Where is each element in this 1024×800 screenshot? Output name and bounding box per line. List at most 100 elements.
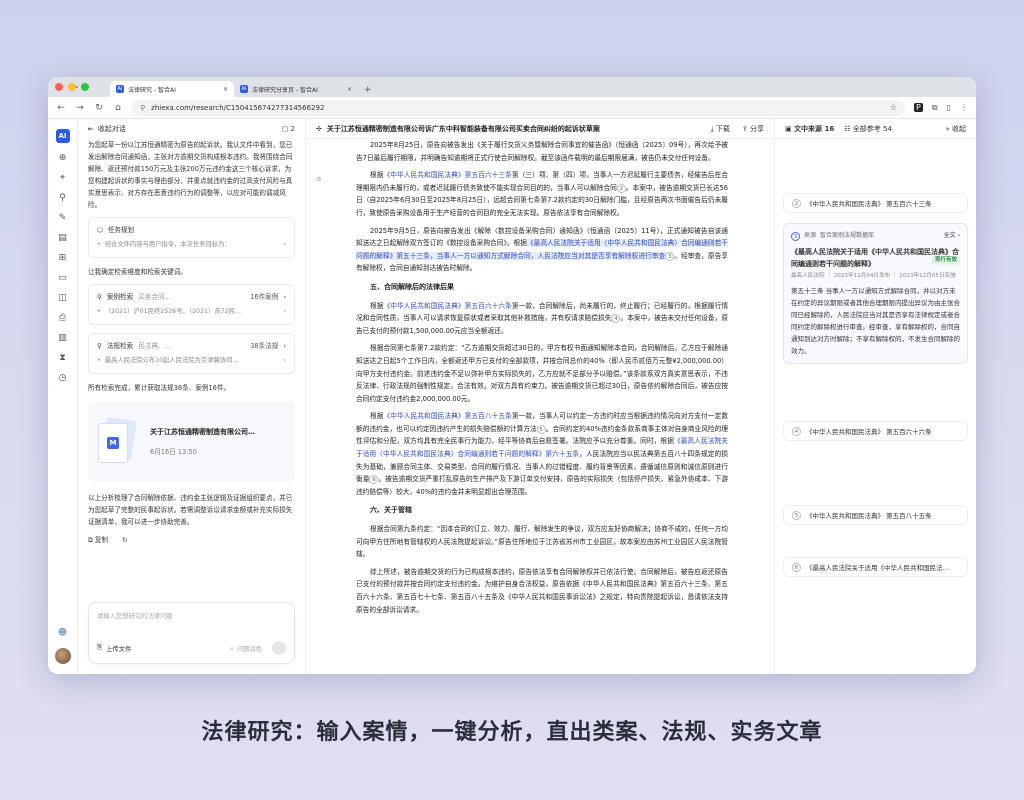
building-icon[interactable]: ▥ (58, 333, 67, 343)
tab-bar: ⌄ AI 法律研究 - 智合AI ✕ AI 法律研究分享页 - 智合AI ✕ + (48, 77, 976, 97)
avatar[interactable] (54, 648, 71, 664)
law-count: 38条法规 (250, 342, 279, 350)
tab-legal-research[interactable]: AI 法律研究 - 智合AI ✕ (110, 81, 234, 97)
search-icon[interactable]: ⚲ (59, 193, 66, 203)
history-icon[interactable]: ◷ (59, 373, 67, 383)
polish-label: 问题润色 (236, 645, 262, 653)
close-tab-icon[interactable]: ✕ (347, 86, 352, 93)
search-icon: ⚲ (97, 293, 102, 301)
address-bar[interactable]: ⚲ zhiexa.com/research/C15041567427731456… (132, 99, 906, 116)
maximize-window-button[interactable] (81, 83, 89, 91)
law-citation-link[interactable]: 《中华人民共和国民法典》第五百八十五条 (384, 412, 512, 420)
send-button[interactable] (272, 641, 286, 655)
assistant-bot-icon[interactable]: ☻ (58, 628, 67, 638)
new-chat-icon[interactable]: ⊕ (59, 153, 67, 163)
upload-file-button[interactable]: 上传文件 (106, 644, 131, 653)
file-count[interactable]: ▢ 2 (282, 125, 295, 133)
download-label: 下载 (715, 124, 730, 133)
sources-header: ▣ 文中来源 16 ☷ 全部参考 54 » 收起 (775, 119, 976, 139)
apps-icon[interactable]: ⊞ (59, 253, 67, 263)
close-tab-icon[interactable]: ✕ (223, 86, 228, 93)
share-button[interactable]: ⇪ 分享 (742, 124, 764, 134)
status-badge: 现行有效 (931, 256, 960, 265)
citation-ref[interactable]: 2 (616, 183, 626, 193)
back-icon[interactable]: ← (56, 103, 66, 113)
tab-all-references[interactable]: ☷ 全部参考 54 (844, 124, 892, 134)
chevron-right-icon: › (283, 308, 286, 315)
attachment-icon[interactable]: ⎘ (97, 644, 102, 652)
download-button[interactable]: ⤓ 下载 (711, 124, 730, 134)
task-plan-card[interactable]: ⬡ 任务规划 • 结合文件内容与用户指令，本次任务目标为： › (88, 217, 295, 258)
left-rail: AI ⊕ ⌖ ⚲ ✎ ▤ ⊞ ▭ ◫ ⎙ ▥ ⧗ ◷ ☻ (48, 119, 78, 674)
document-body: 2025年8月25日，原告向被告发出《关于履行交货义务暨解除合同事宜的催告函》（… (306, 139, 774, 616)
document-title: 关于江苏恒通精密制造有限公司诉广东中科智能装备有限公司买卖合同纠纷的起诉状草案 (326, 124, 600, 133)
document-card-title: 关于江苏恒通精密制造有限公司… (150, 428, 255, 436)
law-citation-link[interactable]: 《中华人民共和国民法典》第五百六十六条 (384, 302, 512, 310)
collapse-chat-icon[interactable]: ⇤ (88, 125, 94, 133)
hourglass-icon[interactable]: ⧗ (59, 353, 65, 363)
menu-kebab-icon[interactable]: ⋮ (960, 103, 968, 112)
document-panel: ✢ 关于江苏恒通精密制造有限公司诉广东中科智能装备有限公司买卖合同纠纷的起诉状草… (306, 119, 774, 674)
case-search-label: 案例检索 (106, 293, 134, 301)
chat-input[interactable]: 请输入您想研究的法律问题 ⎘ 上传文件 ✧ 问题润色 (88, 602, 295, 664)
source-number: 3 (791, 231, 800, 241)
copy-label: 复制 (94, 536, 108, 544)
copy-button[interactable]: ⧉ 复制 (88, 534, 108, 546)
tab-title: 法律研究 - 智合AI (128, 86, 176, 94)
tab-share-page[interactable]: AI 法律研究分享页 - 智合AI ✕ (234, 81, 358, 97)
paragraph: 根据合同第七条第7.2款约定：“乙方逾期交货超过30日的，甲方有权书面通知解除本… (356, 344, 728, 403)
law-search-card[interactable]: ⚲ 法规检索 民法典、… 38条法规 › • 最高人民法院公布10起人民法院为京津冀协同…… (88, 333, 295, 374)
source-excerpt: 第五十三条 当事人一方以通知方式解除合同，并以对方未在约定的异议期限或者其他合理… (791, 287, 960, 355)
source-item[interactable]: 4 《中华人民共和国民法典》 第五百六十六条 (783, 421, 968, 441)
review-icon[interactable]: ◫ (58, 293, 67, 303)
law-citation-link[interactable]: 《中华人民共和国民法典》第五百六十三条 (384, 171, 512, 179)
sidebar-icon[interactable]: ▯ (947, 103, 951, 112)
citation-ref[interactable]: 3 (665, 251, 675, 261)
generated-document-card[interactable]: M 关于江苏恒通精密制造有限公司… 6月16日 13:50 (88, 402, 295, 482)
ai-logo-icon: AI (116, 85, 124, 93)
close-window-button[interactable] (55, 83, 63, 91)
extension-icon[interactable]: P (914, 103, 923, 112)
law-search-label: 法规检索 (106, 342, 134, 350)
paragraph: 2025年9月5日，原告向被告发出《解除〈数控设备采购合同〉通知函》（恒通函〔2… (356, 226, 728, 273)
document-icon[interactable]: ▤ (58, 233, 67, 243)
chat-messages: 为您起草一份以江苏恒通精密为原告的起诉状。我认文件中看到，您已发出解除合同通知函… (78, 139, 305, 546)
folder-icon[interactable]: ▭ (58, 273, 67, 283)
regenerate-icon[interactable]: ↻ (122, 534, 128, 546)
collapse-sources-button[interactable]: » 收起 (945, 124, 966, 134)
paragraph: 根据合同第九条约定：“因本合同的订立、效力、履行、解除发生的争议，双方应友好协商… (356, 525, 728, 559)
law-search-results: 最高人民法院公布10起人民法院为京津冀协同… (104, 357, 239, 364)
puzzle-extensions-icon[interactable]: ⧉ (932, 103, 938, 113)
assistant-message: 让我确定检索维度和检索关键词。 (88, 268, 187, 276)
case-search-card[interactable]: ⚲ 案例检索 买卖合同… 16件案例 › • （2021）沪01民终2526号、（2021… (88, 284, 295, 325)
reload-icon[interactable]: ↻ (94, 103, 104, 113)
share-label: 分享 (750, 124, 764, 133)
print-icon[interactable]: ⎙ (59, 313, 66, 323)
tab-text-sources[interactable]: ▣ 文中来源 16 (785, 124, 834, 134)
citation-ref[interactable]: 5 (536, 424, 546, 434)
polish-question-button[interactable]: ✧ 问题润色 (230, 644, 262, 653)
source-item-expanded[interactable]: 3 来源 智合案例法规数据库 全文 › 《最高人民法院关于适用《中华人民共和国民… (783, 223, 968, 364)
input-placeholder: 请输入您想研究的法律问题 (97, 613, 173, 620)
site-info-icon[interactable]: ⚲ (140, 104, 145, 112)
source-item[interactable]: 5 《中华人民共和国民法典》 第五百八十五条 (783, 505, 968, 525)
document-header: ✢ 关于江苏恒通精密制造有限公司诉广东中科智能装备有限公司买卖合同纠纷的起诉状草… (306, 119, 774, 139)
document-card-date: 6月16日 13:50 (150, 448, 197, 456)
forward-icon[interactable]: → (75, 103, 85, 113)
source-item[interactable]: 2 《中华人民共和国民法典》 第五百六十三条 (783, 193, 968, 213)
edit-document-icon[interactable]: ✎ (59, 213, 67, 223)
telescope-icon[interactable]: ⌖ (60, 173, 65, 183)
outline-toggle-icon[interactable]: ≡ (316, 175, 322, 183)
full-text-button[interactable]: 全文 › (944, 230, 960, 242)
app-logo-icon[interactable]: AI (55, 129, 70, 143)
source-item[interactable]: 6 《最高人民法院关于适用《中华人民共和国民法… (783, 557, 968, 577)
source-meta: 最高人民法院 ｜ 2023年12月04日发布 ｜ 2023年12月05日实施 (791, 273, 956, 279)
tab-list-icon[interactable]: ⌄ (74, 82, 80, 90)
collapse-chat-button[interactable]: 收起对话 (98, 124, 126, 134)
home-icon[interactable]: ⌂ (113, 103, 123, 113)
bookmark-star-icon[interactable]: ☆ (890, 103, 897, 112)
chat-panel: ⇤ 收起对话 ▢ 2 为您起草一份以江苏恒通精密为原告的起诉状。我认文件中看到，… (78, 119, 306, 674)
paragraph: 2025年8月25日，原告向被告发出《关于履行交货义务暨解除合同事宜的催告函》（… (356, 141, 728, 162)
new-tab-button[interactable]: + (364, 85, 372, 95)
section-heading: 五、合同解除后的法律后果 (370, 282, 454, 291)
